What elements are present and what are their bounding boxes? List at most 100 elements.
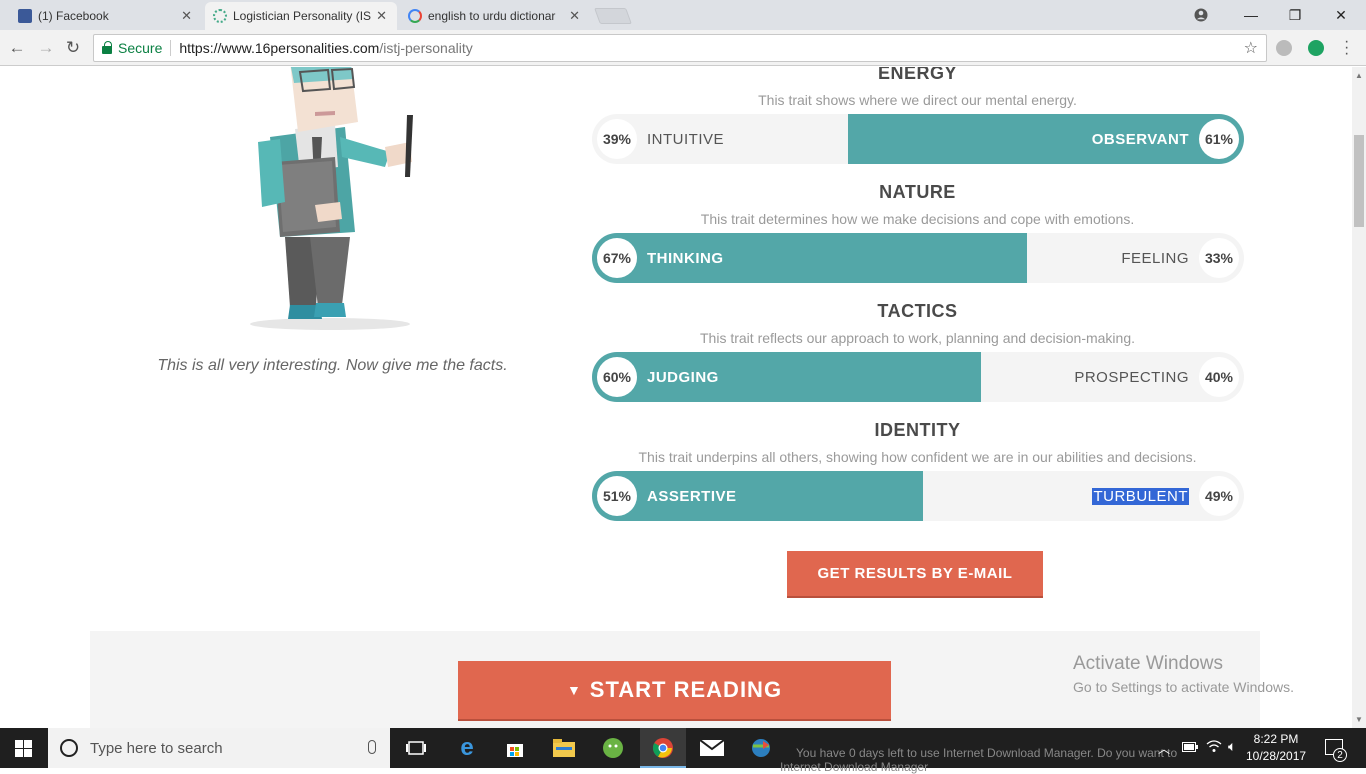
tab-label: (1) Facebook [38,9,109,23]
secure-label: Secure [118,40,163,56]
left-percent: 60% [597,357,637,397]
right-label: FEELING [1121,249,1189,267]
address-bar[interactable]: Secure https://www.16personalities.com/i… [93,34,1267,62]
android-studio-icon[interactable] [601,736,625,760]
tab-label: Logistician Personality (IS [233,9,372,23]
left-label: JUDGING [647,368,719,386]
left-label: ASSERTIVE [647,487,737,505]
trait-bar: 39% INTUITIVE OBSERVANT 61% [592,114,1244,164]
page-content: This is all very interesting. Now give m… [0,67,1352,728]
watermark-title: Activate Windows [1073,653,1223,674]
scroll-up-arrow-icon[interactable]: ▲ [1355,71,1363,80]
volume-icon[interactable]: 🔈︎ [1228,738,1236,755]
browser-toolbar: ← → ↻ Secure https://www.16personalities… [0,30,1366,66]
right-label: PROSPECTING [1074,368,1189,386]
bookmark-star-icon[interactable]: ☆ [1244,38,1258,58]
start-reading-button[interactable]: ▼ START READING [458,661,891,719]
close-tab-icon[interactable]: ✕ [181,8,192,24]
trait-title: IDENTITY [874,420,961,440]
clock-time: 8:22 PM [1253,732,1299,746]
idm-notification-subtext: Internet Download Manager [780,760,929,774]
illustration-caption: This is all very interesting. Now give m… [157,357,508,374]
selected-text-highlight: TURBULENT [1092,487,1189,505]
close-tab-icon[interactable]: ✕ [569,8,580,24]
idm-icon[interactable] [749,736,773,760]
trait-description: This trait shows where we direct our men… [758,92,1077,108]
facebook-icon [18,9,32,23]
trait-title: ENERGY [877,67,958,83]
idm-notification-text: You have 0 days left to use Internet Dow… [796,746,1178,760]
notification-count-badge: 2 [1333,748,1347,762]
trait-description: This trait reflects our approach to work… [700,330,1135,346]
scroll-down-arrow-icon[interactable]: ▼ [1355,715,1363,724]
scrollbar-thumb[interactable] [1354,135,1364,227]
restore-button[interactable]: ❐ [1272,0,1318,30]
tab-logistician-personality[interactable]: Logistician Personality (IS ✕ [205,2,397,30]
cortana-icon [60,739,78,757]
wifi-icon[interactable] [1206,739,1222,756]
16personalities-icon [213,9,227,23]
lock-icon [102,41,112,54]
tab-english-urdu[interactable]: english to urdu dictionar ✕ [400,2,590,30]
mail-icon[interactable] [700,736,724,760]
show-hidden-icons-icon[interactable]: ︿ [1158,740,1170,757]
google-icon [408,9,422,23]
right-label: TURBULENT [1092,471,1189,521]
right-percent: 40% [1199,357,1239,397]
back-button[interactable]: ← [6,37,28,59]
taskbar-search-box[interactable]: Type here to search [48,728,390,768]
trait-bar-fill [592,471,923,521]
chrome-icon[interactable] [651,736,675,760]
page-scrollbar[interactable]: ▲ ▼ [1352,67,1366,728]
profile-icon[interactable] [1178,0,1224,30]
left-percent: 51% [597,476,637,516]
chrome-menu-icon[interactable]: · · · [1344,34,1349,62]
trait-title: NATURE [879,182,956,202]
edge-icon[interactable]: e [455,734,479,761]
minimize-button[interactable]: — [1228,0,1274,30]
logistician-character-illustration [250,67,413,330]
close-tab-icon[interactable]: ✕ [376,8,387,24]
start-reading-label: START READING [589,677,783,702]
caret-down-icon: ▼ [566,682,582,698]
trait-bar: 60% JUDGING PROSPECTING 40% [592,352,1244,402]
file-explorer-icon[interactable] [552,736,576,760]
watermark-subtitle: Go to Settings to activate Windows. [1073,679,1294,695]
trait-bar: 51% ASSERTIVE TURBULENT 49% [592,471,1244,521]
trait-title: TACTICS [877,301,958,321]
battery-icon[interactable] [1182,741,1198,755]
right-percent: 61% [1199,119,1239,159]
url-path: /istj-personality [379,40,473,56]
tab-label: english to urdu dictionar [428,9,556,23]
left-percent: 39% [597,119,637,159]
shield-extension-icon[interactable] [1308,40,1324,56]
right-label: OBSERVANT [1091,130,1189,148]
divider [170,40,172,56]
reload-button[interactable]: ↻ [62,37,84,59]
task-view-icon[interactable] [404,736,428,760]
search-placeholder: Type here to search [90,739,223,757]
left-label: THINKING [647,249,724,267]
tab-facebook[interactable]: (1) Facebook ✕ [10,2,202,30]
store-icon[interactable] [503,736,527,760]
trait-bar: 67% THINKING FEELING 33% [592,233,1244,283]
trait-description: This trait underpins all others, showing… [638,449,1197,465]
right-percent: 33% [1199,238,1239,278]
activate-windows-watermark: Activate Windows Go to Settings to activ… [1073,653,1294,695]
forward-button[interactable]: → [35,37,57,59]
close-window-button[interactable]: ✕ [1318,0,1364,30]
url-host: https://www.16personalities.com [179,40,380,56]
left-label: INTUITIVE [647,130,725,148]
system-clock[interactable]: 8:22 PM 10/28/2017 [1246,731,1306,765]
clock-date: 10/28/2017 [1246,749,1307,763]
windows-taskbar: Type here to search e You have 0 days le… [0,728,1366,774]
right-percent: 49% [1199,476,1239,516]
start-windows-icon[interactable] [15,740,32,757]
extension-icon[interactable] [1276,40,1292,56]
get-results-email-button[interactable]: GET RESULTS BY E-MAIL [787,551,1043,596]
microphone-icon[interactable] [368,740,376,754]
browser-tab-strip: (1) Facebook ✕ Logistician Personality (… [0,0,1366,30]
new-tab-button[interactable] [594,8,632,24]
trait-description: This trait determines how we make decisi… [700,211,1135,227]
left-percent: 67% [597,238,637,278]
